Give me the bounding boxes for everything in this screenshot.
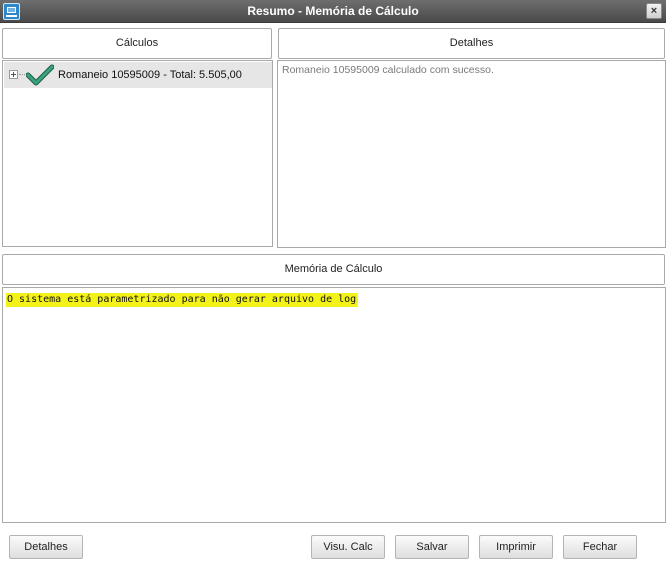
calculos-header: Cálculos bbox=[2, 28, 272, 59]
detalhes-text: Romaneio 10595009 calculado com sucesso. bbox=[282, 64, 494, 76]
detalhes-area[interactable]: Romaneio 10595009 calculado com sucesso. bbox=[277, 60, 666, 248]
fechar-button[interactable]: Fechar bbox=[563, 535, 637, 559]
expand-icon[interactable] bbox=[9, 70, 18, 79]
calculos-tree[interactable]: Romaneio 10595009 - Total: 5.505,00 bbox=[2, 60, 273, 247]
tree-item-romaneio[interactable]: Romaneio 10595009 - Total: 5.505,00 bbox=[4, 62, 272, 88]
memoria-log-text: O sistema está parametrizado para não ge… bbox=[6, 293, 359, 307]
window-title: Resumo - Memória de Cálculo bbox=[247, 4, 419, 18]
tree-item-label: Romaneio 10595009 - Total: 5.505,00 bbox=[58, 69, 242, 81]
visu-calc-button[interactable]: Visu. Calc bbox=[311, 535, 385, 559]
check-icon bbox=[26, 64, 54, 86]
salvar-button[interactable]: Salvar bbox=[395, 535, 469, 559]
detalhes-header: Detalhes bbox=[278, 28, 665, 59]
imprimir-button[interactable]: Imprimir bbox=[479, 535, 553, 559]
memoria-header: Memória de Cálculo bbox=[2, 254, 665, 285]
memoria-text-area[interactable]: O sistema está parametrizado para não ge… bbox=[2, 287, 666, 523]
detalhes-button[interactable]: Detalhes bbox=[9, 535, 83, 559]
close-button[interactable]: × bbox=[646, 3, 662, 19]
title-bar: Resumo - Memória de Cálculo × bbox=[0, 0, 666, 23]
